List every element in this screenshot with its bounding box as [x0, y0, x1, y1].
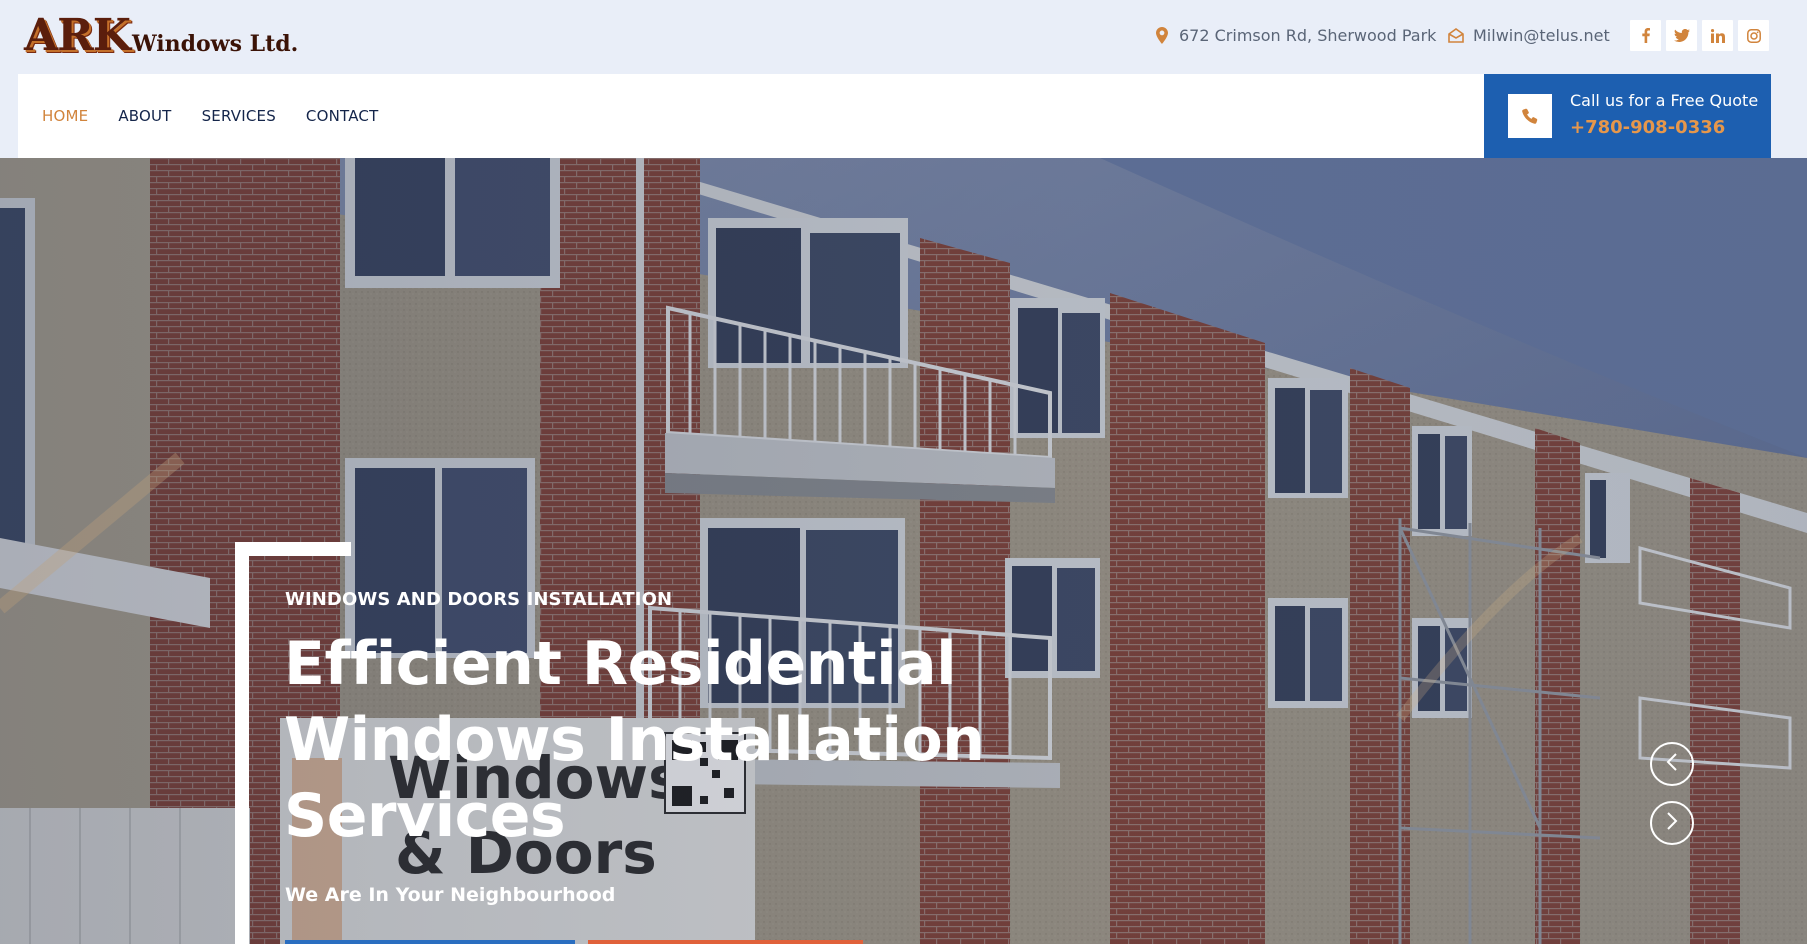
hero-title: Efficient Residential Windows Installati…	[284, 626, 985, 854]
social-links	[1630, 20, 1769, 51]
free-quote-box[interactable]: Call us for a Free Quote +780-908-0336	[1484, 74, 1771, 158]
hero-frame-horizontal	[235, 542, 351, 556]
nav-item-home[interactable]: HOME	[42, 107, 88, 125]
nav-item-about[interactable]: ABOUT	[118, 107, 171, 125]
email-info[interactable]: Milwin@telus.net	[1448, 26, 1610, 45]
slider-prev-button[interactable]	[1650, 742, 1694, 786]
email-text: Milwin@telus.net	[1473, 26, 1610, 45]
hero-button-partial[interactable]	[285, 940, 575, 944]
facebook-icon[interactable]	[1630, 20, 1661, 51]
nav-links: HOME ABOUT SERVICES CONTACT	[42, 74, 378, 158]
quote-phone-number[interactable]: +780-908-0336	[1570, 117, 1725, 138]
chevron-left-icon	[1666, 752, 1678, 776]
logo-ark-text: ARK	[24, 10, 131, 61]
envelope-icon	[1448, 27, 1464, 45]
company-logo[interactable]: ARK Windows Ltd.	[24, 14, 298, 58]
hero-frame-vertical	[235, 542, 249, 944]
hero-title-line: Efficient Residential	[284, 629, 957, 699]
hero-eyebrow: WINDOWS AND DOORS INSTALLATION	[285, 589, 673, 610]
map-pin-icon	[1154, 27, 1170, 45]
phone-icon	[1508, 94, 1552, 138]
address-info: 672 Crimson Rd, Sherwood Park	[1154, 26, 1436, 45]
hero-button-secondary-partial[interactable]	[588, 940, 863, 944]
slider-next-button[interactable]	[1650, 801, 1694, 845]
quote-label: Call us for a Free Quote	[1570, 91, 1759, 110]
twitter-icon[interactable]	[1666, 20, 1697, 51]
nav-item-services[interactable]: SERVICES	[202, 107, 276, 125]
chevron-right-icon	[1666, 811, 1678, 835]
hero-title-line: Services	[284, 781, 566, 851]
hero-subtitle: We Are In Your Neighbourhood	[285, 884, 616, 906]
nav-item-contact[interactable]: CONTACT	[306, 107, 379, 125]
top-bar: ARK Windows Ltd. 672 Crimson Rd, Sherwoo…	[0, 0, 1807, 74]
hero-title-line: Windows Installation	[284, 705, 985, 775]
logo-windows-text: Windows Ltd.	[131, 31, 299, 57]
linkedin-icon[interactable]	[1702, 20, 1733, 51]
address-text: 672 Crimson Rd, Sherwood Park	[1179, 26, 1437, 45]
instagram-icon[interactable]	[1738, 20, 1769, 51]
